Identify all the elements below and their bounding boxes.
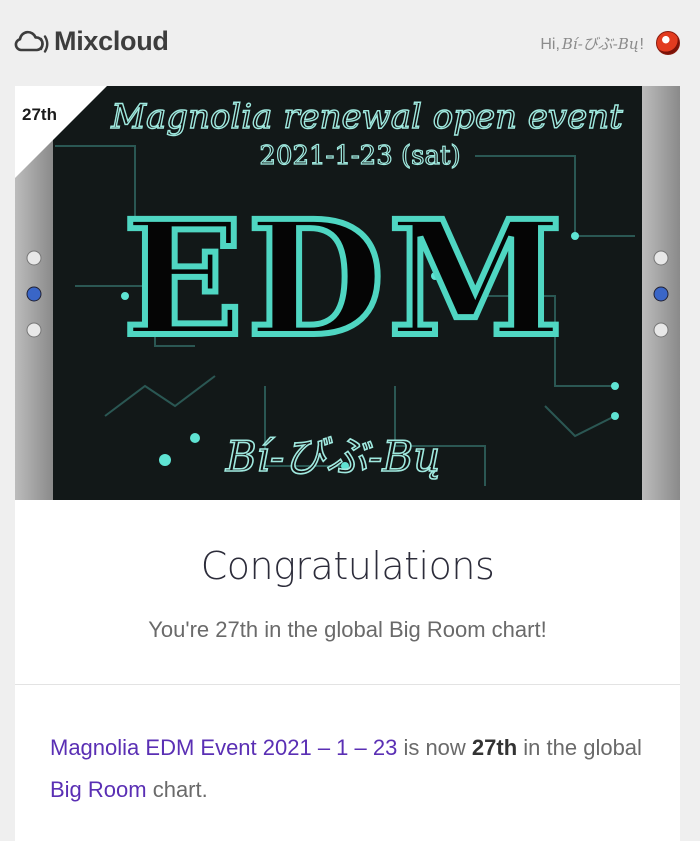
show-artwork[interactable]: Magnolia renewal open event 2021-1-23 (s…: [15, 86, 680, 500]
detail-text-end: chart.: [146, 777, 208, 802]
rank-badge-corner: [15, 86, 107, 178]
chart-link[interactable]: Big Room: [50, 777, 147, 802]
show-link[interactable]: Magnolia EDM Event 2021 – 1 – 23: [50, 735, 397, 760]
detail-text-mid: is now: [397, 735, 472, 760]
artwork-image: Magnolia renewal open event 2021-1-23 (s…: [15, 86, 680, 500]
top-bar: Mixcloud Hi, Bí-びぶ-Bų !: [0, 0, 700, 86]
artwork-artist-name: Bí-びぶ-Bų: [225, 432, 441, 481]
rank-badge-label: 27th: [22, 105, 57, 124]
greeting-username: Bí-びぶ-Bų: [561, 35, 639, 53]
user-greeting: Hi, Bí-びぶ-Bų !: [540, 33, 644, 54]
greeting-suffix: !: [639, 36, 644, 53]
congrats-subtitle: You're 27th in the global Big Room chart…: [148, 617, 547, 642]
detail-rank: 27th: [471, 735, 518, 760]
chart-detail-text: Magnolia EDM Event 2021 – 1 – 23 is now …: [50, 727, 650, 811]
mixcloud-cloud-icon: [14, 30, 49, 53]
artwork-event-title: Magnolia renewal open event: [110, 97, 623, 137]
logo-text: Mixcloud: [54, 26, 169, 56]
artwork-genre-text: EDM: [123, 187, 567, 372]
detail-text-in: in the global: [517, 735, 642, 760]
congrats-title: Congratulations: [200, 544, 495, 588]
artwork-event-date: 2021-1-23 (sat): [259, 141, 460, 171]
mixcloud-logo[interactable]: Mixcloud: [14, 26, 169, 57]
notification-card: Magnolia renewal open event 2021-1-23 (s…: [15, 86, 680, 841]
greeting-prefix: Hi,: [540, 36, 560, 53]
divider: [15, 684, 680, 685]
user-avatar[interactable]: [656, 31, 680, 55]
